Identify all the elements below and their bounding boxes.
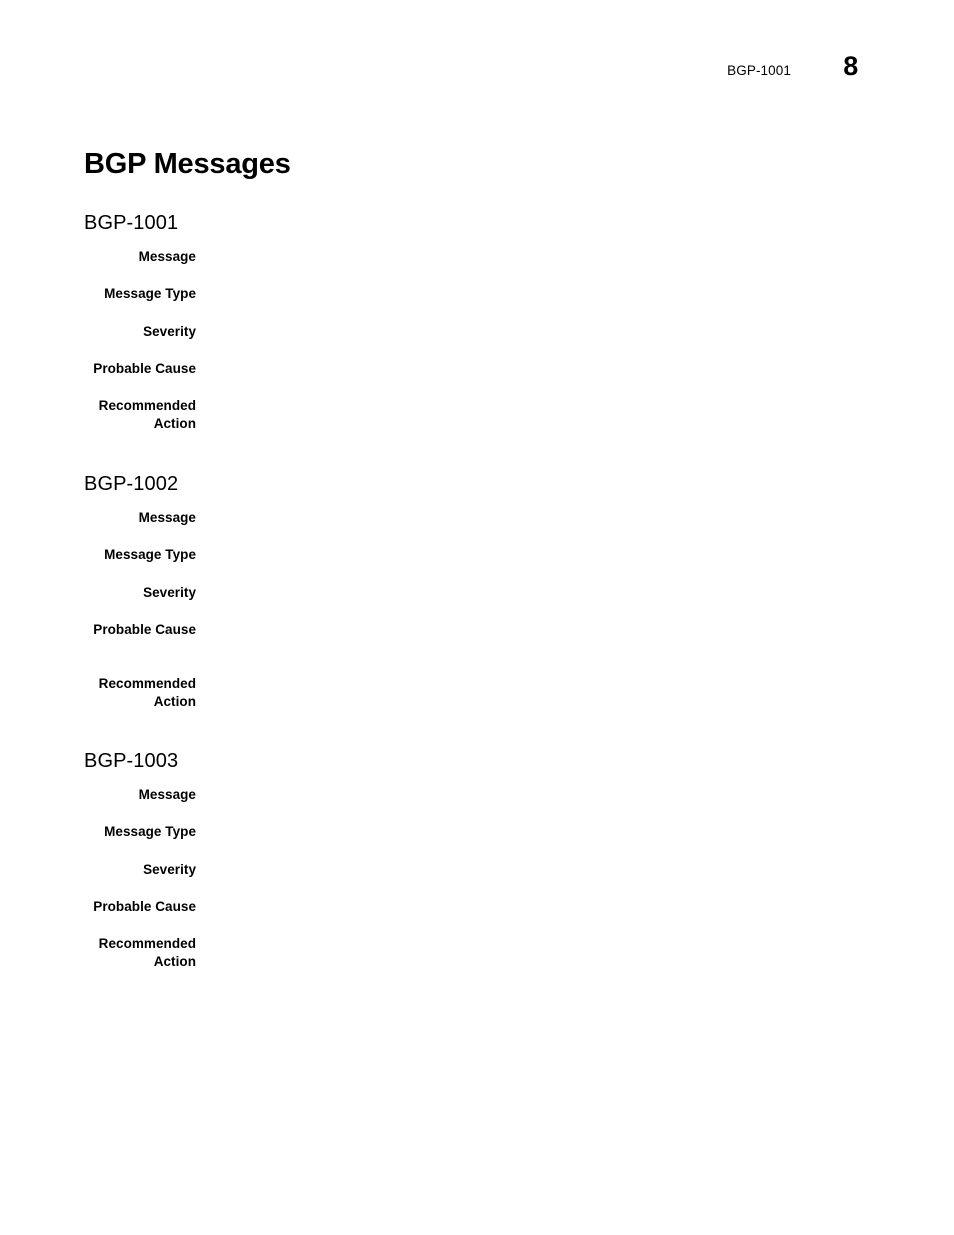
field-label-message-type: Message Type xyxy=(104,547,196,562)
field-label-severity: Severity xyxy=(143,324,196,339)
field-label-recommended-action-line2: Action xyxy=(153,416,196,431)
document-page: BGP-1001 8 BGP Messages BGP-1001 Message… xyxy=(0,0,954,1235)
field-label-severity: Severity xyxy=(143,585,196,600)
header-chapter-label: BGP-1001 xyxy=(727,63,791,78)
field-label-message: Message xyxy=(138,249,196,264)
field-label-message-type: Message Type xyxy=(104,286,196,301)
section-heading: BGP-1003 xyxy=(84,749,179,772)
field-label-recommended-action-line1: Recommended xyxy=(98,676,196,691)
field-label-probable-cause: Probable Cause xyxy=(93,622,196,637)
field-label-severity: Severity xyxy=(143,862,196,877)
field-label-message: Message xyxy=(138,787,196,802)
field-label-probable-cause: Probable Cause xyxy=(93,361,196,376)
page-header: BGP-1001 8 xyxy=(0,51,954,98)
field-label-recommended-action-line2: Action xyxy=(153,694,196,709)
section-heading: BGP-1001 xyxy=(84,211,179,234)
field-label-probable-cause: Probable Cause xyxy=(93,899,196,914)
field-label-message-type: Message Type xyxy=(104,824,196,839)
page-number: 8 xyxy=(843,51,858,81)
section-heading: BGP-1002 xyxy=(84,472,179,495)
field-label-recommended-action-line1: Recommended xyxy=(98,936,196,951)
page-title: BGP Messages xyxy=(84,148,291,181)
field-label-recommended-action-line2: Action xyxy=(153,954,196,969)
field-label-message: Message xyxy=(138,510,196,525)
field-label-recommended-action-line1: Recommended xyxy=(98,398,196,413)
